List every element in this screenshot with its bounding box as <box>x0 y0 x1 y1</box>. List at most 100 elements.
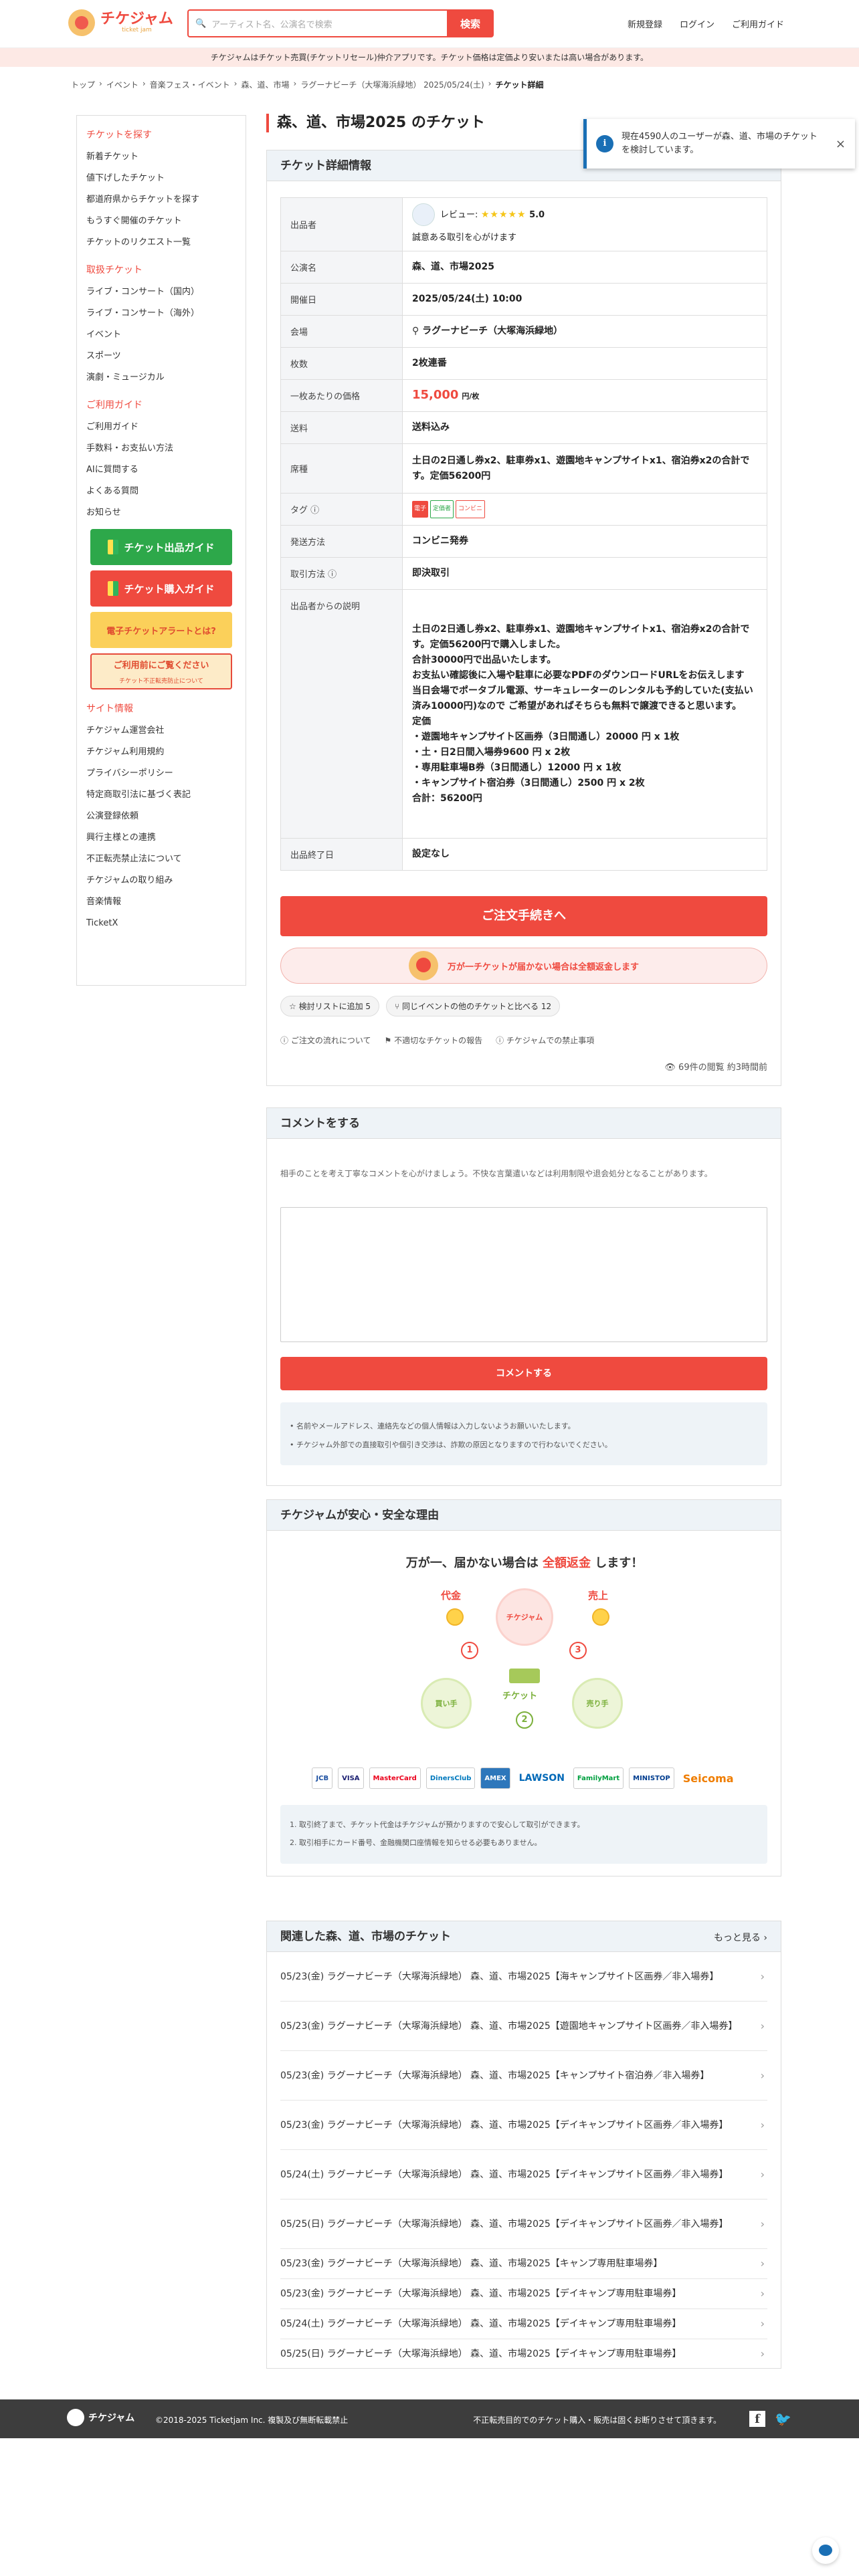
sidebar-item[interactable]: 手数料・お支払い方法 <box>77 438 246 459</box>
logo-subtext: ticket jam <box>122 27 152 33</box>
site-footer: チケジャム ©2018-2025 Ticketjam Inc. 複製及び無断転載… <box>0 2399 859 2438</box>
sidebar-item[interactable]: AIに質問する <box>77 459 246 481</box>
mastercard-logo: MasterCard <box>369 1767 421 1789</box>
diners-logo: DinersClub <box>425 1767 476 1789</box>
sidebar-item[interactable]: 公演登録依頼 <box>77 806 246 827</box>
chat-icon[interactable] <box>812 2537 839 2564</box>
flag-icon: ⚑ <box>384 1036 395 1045</box>
sidebar-item[interactable]: お知らせ <box>77 502 246 524</box>
ticket-alert-banner[interactable]: 電子チケットアラートとは? <box>90 612 232 648</box>
login-link[interactable]: ログイン <box>680 17 714 30</box>
refund-guarantee-banner[interactable]: 万が一チケットが届かない場合は全額返金します <box>280 948 767 984</box>
venue-link[interactable]: ラグーナビーチ（大塚海浜緑地） <box>422 326 563 336</box>
list-item[interactable]: 05/24(土) ラグーナビーチ（大塚海浜緑地） 森、道、市場2025【デイキャ… <box>280 2309 767 2339</box>
step-number: 1 <box>461 1642 478 1659</box>
list-item[interactable]: 05/23(金) ラグーナビーチ（大塚海浜緑地） 森、道、市場2025【遊園地キ… <box>280 2002 767 2051</box>
list-item[interactable]: 05/23(金) ラグーナビーチ（大塚海浜緑地） 森、道、市場2025【海キャン… <box>280 1952 767 2002</box>
sidebar-item[interactable]: スポーツ <box>77 346 246 367</box>
sidebar-item[interactable]: プライバシーポリシー <box>77 763 246 784</box>
comment-info-box: • 名前やメールアドレス、連絡先などの個人情報は入力しないようお願いいたします。… <box>280 1402 767 1465</box>
related-item-label: 05/24(土) ラグーナビーチ（大塚海浜緑地） 森、道、市場2025【デイキャ… <box>280 2319 682 2329</box>
related-item-label: 05/23(金) ラグーナビーチ（大塚海浜緑地） 森、道、市場2025【デイキャ… <box>280 2288 682 2299</box>
sidebar-item[interactable]: ライブ・コンサート（国内） <box>77 282 246 303</box>
footer-logo[interactable]: チケジャム <box>67 2409 134 2426</box>
sidebar-item[interactable]: TicketX <box>77 913 246 934</box>
row-label: 公演名 <box>280 251 403 284</box>
sidebar-item[interactable]: 特定商取引法に基づく表記 <box>77 784 246 806</box>
sidebar-item[interactable]: イベント <box>77 324 246 346</box>
breadcrumb-separator: › <box>293 79 297 88</box>
buy-guide-banner[interactable]: チケット購入ガイド <box>90 570 232 607</box>
sidebar-item[interactable]: 興行主様との連携 <box>77 827 246 849</box>
search-button[interactable]: 検索 <box>447 9 494 37</box>
table-row: 送料 送料込み <box>280 411 767 444</box>
related-item-label: 05/25(日) ラグーナビーチ（大塚海浜緑地） 森、道、市場2025【デイキャ… <box>280 2349 682 2359</box>
breadcrumb-current: チケット詳細 <box>495 80 544 90</box>
sidebar-item[interactable]: 不正転売禁止法について <box>77 849 246 870</box>
list-item[interactable]: 05/25(日) ラグーナビーチ（大塚海浜緑地） 森、道、市場2025【デイキャ… <box>280 2339 767 2369</box>
comment-textarea[interactable] <box>280 1207 767 1342</box>
review-label[interactable]: レビュー: <box>440 210 478 220</box>
sidebar-item[interactable]: チケジャム利用規約 <box>77 742 246 763</box>
chevron-right-icon: › <box>763 1933 767 1943</box>
compare-tickets-button[interactable]: ⑂ 同じイベントの他のチケットと比べる 12 <box>386 996 561 1016</box>
chevron-right-icon: › <box>760 2019 765 2032</box>
info-line: 名前やメールアドレス、連絡先などの個人情報は入力しないようお願いいたします。 <box>296 1422 575 1430</box>
list-item[interactable]: 05/23(金) ラグーナビーチ（大塚海浜緑地） 森、道、市場2025【デイキャ… <box>280 2279 767 2309</box>
sidebar-item[interactable]: 値下げしたチケット <box>77 168 246 189</box>
sell-guide-banner[interactable]: チケット出品ガイド <box>90 529 232 565</box>
search-input[interactable]: 🔍 アーティスト名、公演名で検索 <box>187 9 447 37</box>
list-item[interactable]: 05/23(金) ラグーナビーチ（大塚海浜緑地） 森、道、市場2025【デイキャ… <box>280 2101 767 2150</box>
jcb-logo: JCB <box>312 1767 333 1789</box>
before-use-banner[interactable]: ご利用前にご覧ください チケット不正転売防止について <box>90 653 232 689</box>
tag-badge: コンビニ <box>456 500 486 518</box>
banner-label: チケット出品ガイド <box>124 541 215 554</box>
guide-link[interactable]: ご利用ガイド <box>732 17 784 30</box>
see-more-link[interactable]: もっと見る › <box>714 1931 767 1944</box>
sidebar-item[interactable]: 都道府県からチケットを探す <box>77 189 246 211</box>
sidebar-heading: 取扱チケット <box>86 265 142 276</box>
sidebar-item[interactable]: もうすぐ開催のチケット <box>77 211 246 232</box>
list-item[interactable]: 05/23(金) ラグーナビーチ（大塚海浜緑地） 森、道、市場2025【キャンプ… <box>280 2051 767 2101</box>
question-icon: ⓘ <box>496 1036 506 1045</box>
sidebar-item[interactable]: チケジャム運営会社 <box>77 720 246 742</box>
description-line: ・キャンプサイト宿泊券（3日間通し）2500 円 x 2枚 <box>412 777 645 788</box>
sidebar-heading: サイト情報 <box>86 704 133 714</box>
breadcrumb-performer[interactable]: 森、道、市場 <box>241 79 289 90</box>
site-logo[interactable]: チケジャム ticket jam <box>68 9 173 36</box>
breadcrumb-category[interactable]: 音楽フェス・イベント <box>150 79 230 90</box>
seller-avatar[interactable] <box>412 203 435 226</box>
table-row: 出品者からの説明 土日の2日通し券x2、駐車券x1、遊園地キャンプサイトx1、宿… <box>280 589 767 839</box>
related-tickets-card: 関連した森、道、市場のチケット もっと見る › 05/23(金) ラグーナビーチ… <box>266 1921 781 2369</box>
sidebar-item[interactable]: 音楽情報 <box>77 891 246 913</box>
twitter-icon[interactable]: 🐦 <box>775 2411 791 2427</box>
submit-comment-button[interactable]: コメントする <box>280 1357 767 1390</box>
sidebar-item[interactable]: チケジャムの取り組み <box>77 870 246 891</box>
add-to-watchlist-button[interactable]: ☆ 検討リストに追加 5 <box>280 996 380 1016</box>
sidebar-item[interactable]: ご利用ガイド <box>77 417 246 438</box>
facebook-icon[interactable]: f <box>749 2411 765 2427</box>
chevron-right-icon: › <box>760 2287 765 2300</box>
info-icon[interactable]: ⓘ <box>328 570 337 580</box>
breadcrumb-top[interactable]: トップ <box>71 79 95 90</box>
sidebar-item[interactable]: 新着チケット <box>77 146 246 168</box>
list-item[interactable]: 05/25(日) ラグーナビーチ（大塚海浜緑地） 森、道、市場2025【デイキャ… <box>280 2199 767 2249</box>
list-item[interactable]: 05/23(金) ラグーナビーチ（大塚海浜緑地） 森、道、市場2025【キャンプ… <box>280 2249 767 2279</box>
sidebar-item[interactable]: チケットのリクエスト一覧 <box>77 232 246 253</box>
info-icon[interactable]: ⓘ <box>310 506 319 516</box>
ticket-label: チケット <box>502 1691 538 1701</box>
prohibited-link[interactable]: ⓘ チケジャムでの禁止事項 <box>496 1035 594 1046</box>
sidebar-item[interactable]: よくある質問 <box>77 481 246 502</box>
list-item[interactable]: 05/24(土) ラグーナビーチ（大塚海浜緑地） 森、道、市場2025【デイキャ… <box>280 2150 767 2199</box>
sidebar-item[interactable]: ライブ・コンサート（海外） <box>77 303 246 324</box>
page-title: 森、道、市場2025 のチケット <box>266 114 485 132</box>
order-flow-link[interactable]: ⓘ ご注文の流れについて <box>280 1035 371 1046</box>
breadcrumb-event[interactable]: イベント <box>106 79 138 90</box>
event-link[interactable]: 森、道、市場2025 <box>402 251 767 284</box>
report-link[interactable]: ⚑ 不適切なチケットの報告 <box>384 1035 482 1046</box>
close-icon[interactable]: × <box>836 137 846 151</box>
signup-link[interactable]: 新規登録 <box>628 17 662 30</box>
breadcrumb-venue[interactable]: ラグーナビーチ（大塚海浜緑地） 2025/05/24(土) <box>300 79 484 90</box>
sidebar-item[interactable]: 演劇・ミュージカル <box>77 367 246 389</box>
order-button[interactable]: ご注文手続きへ <box>280 896 767 936</box>
